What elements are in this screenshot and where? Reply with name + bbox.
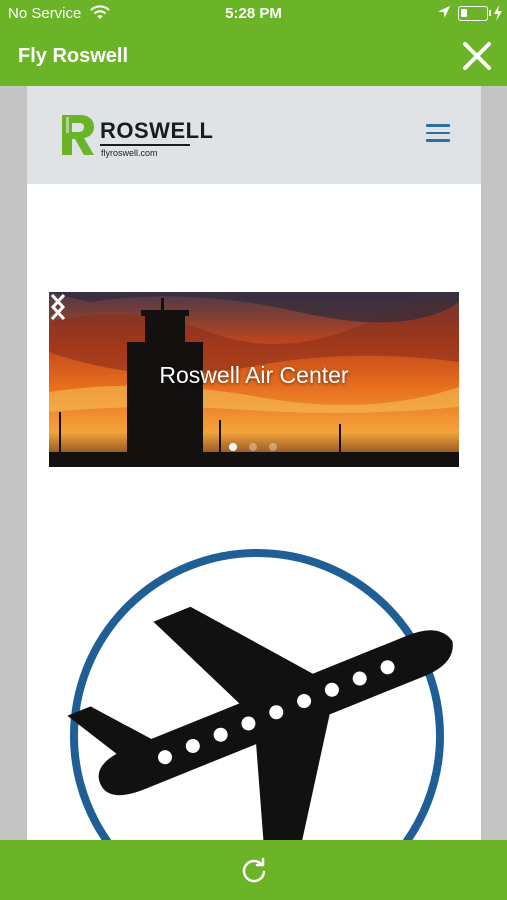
charging-bolt-icon <box>494 5 502 21</box>
roswell-logo[interactable]: ROSWELL flyroswell.com <box>60 113 213 161</box>
status-bar: No Service 5:28 PM <box>0 0 507 28</box>
chevron-right-icon[interactable] <box>49 292 67 322</box>
hamburger-menu-icon[interactable] <box>426 124 452 144</box>
status-time: 5:28 PM <box>225 5 282 22</box>
logo-name: ROSWELL <box>100 118 214 143</box>
image-slider[interactable]: Roswell Air Center <box>49 292 459 467</box>
close-icon[interactable] <box>461 40 493 72</box>
slide-dot[interactable] <box>229 443 237 451</box>
battery-level <box>461 9 467 17</box>
slide-dot[interactable] <box>269 443 277 451</box>
slide-indicators <box>229 443 289 453</box>
battery-icon <box>458 6 488 21</box>
app-header: Fly Roswell <box>0 28 507 86</box>
slide-caption: Roswell Air Center <box>159 362 349 388</box>
site-header: ROSWELL flyroswell.com <box>27 86 481 184</box>
roswell-r-logo-icon <box>62 115 94 155</box>
refresh-icon[interactable] <box>240 856 268 884</box>
app-title: Fly Roswell <box>18 45 129 67</box>
slide-dot[interactable] <box>249 443 257 451</box>
battery-tip <box>489 10 491 16</box>
web-view[interactable]: ROSWELL flyroswell.com Roswell Air Cente… <box>27 86 481 840</box>
airplane-icon <box>67 549 453 840</box>
location-arrow-icon <box>438 6 450 18</box>
logo-underline <box>100 144 190 146</box>
bottom-bar <box>0 840 507 900</box>
logo-url: flyroswell.com <box>101 148 158 158</box>
